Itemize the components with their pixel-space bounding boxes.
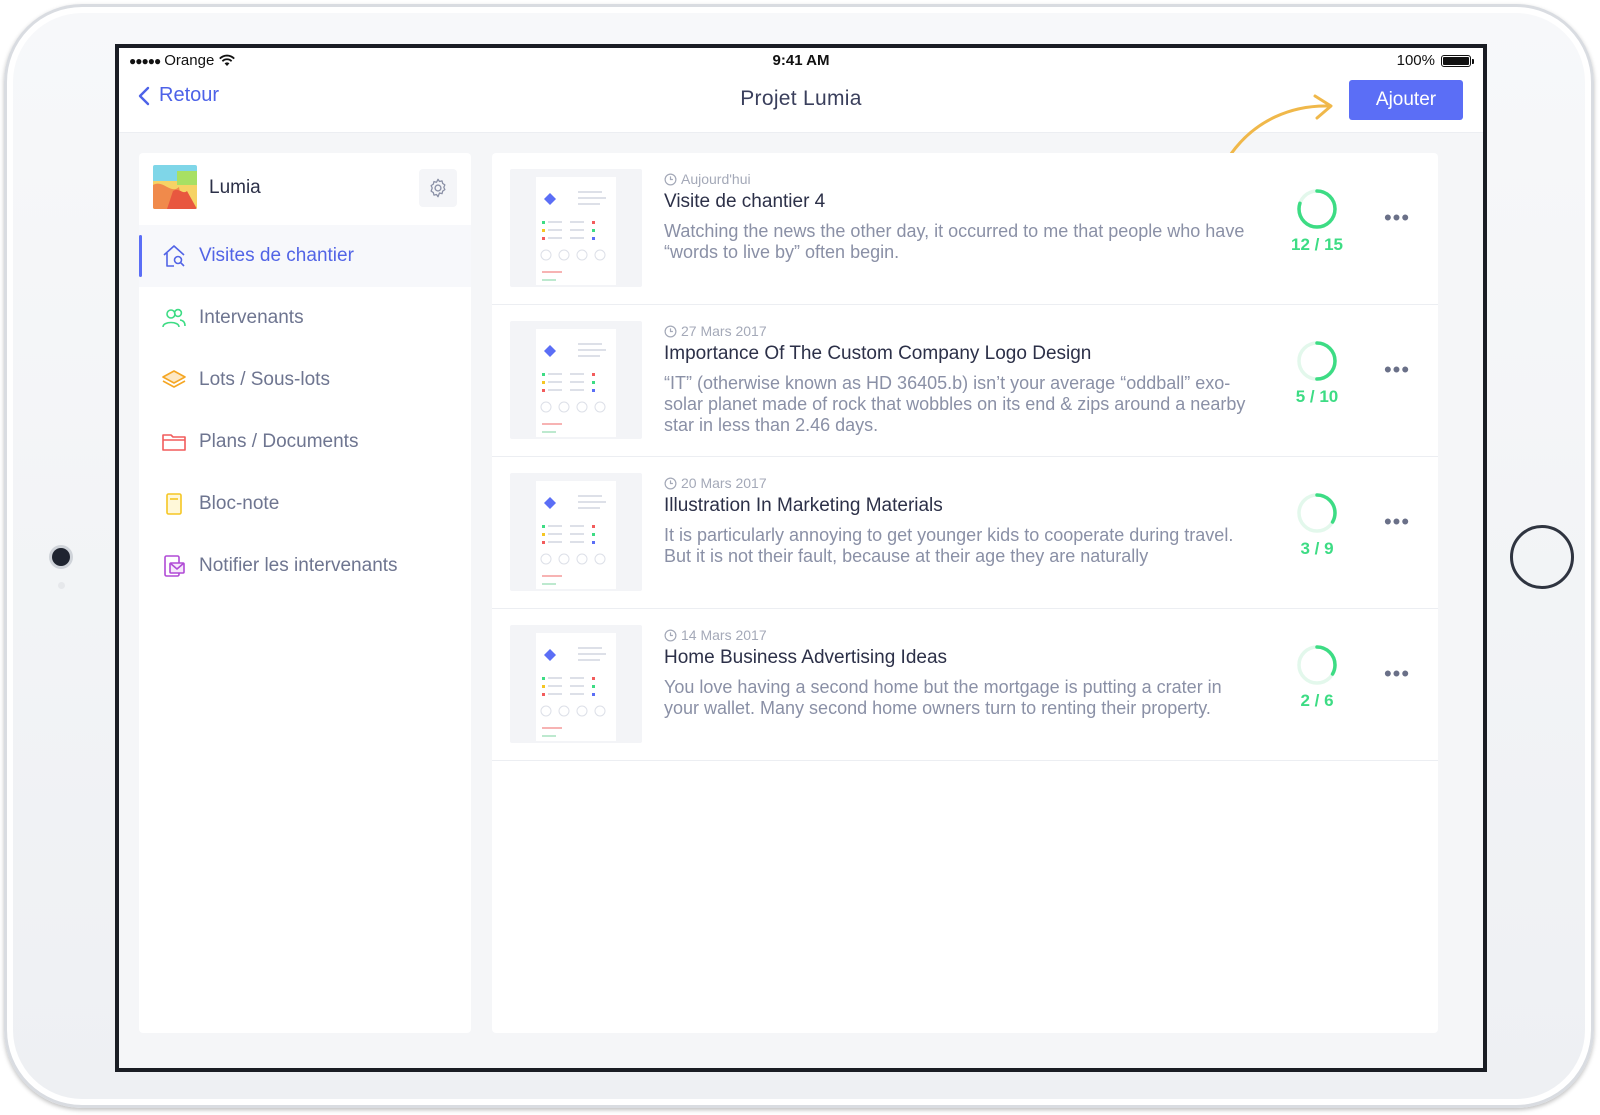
clock-icon: [664, 477, 677, 489]
battery-status: 100%: [1396, 52, 1474, 69]
sidebar-item-bloc-note[interactable]: Bloc-note: [139, 473, 471, 535]
project-thumbnail: [153, 165, 197, 209]
visit-progress: 12 / 15: [1282, 187, 1352, 255]
navigation-bar: Retour Projet Lumia Ajouter: [119, 74, 1483, 133]
sidebar-item-visites[interactable]: Visites de chantier: [139, 225, 471, 287]
sidebar-item-label: Visites de chantier: [199, 245, 354, 266]
progress-ring: [1297, 341, 1337, 381]
visit-date: 14 Mars 2017: [664, 627, 767, 643]
sidebar: Lumia Visites de chantier Intervenants L…: [139, 153, 471, 1033]
progress-ring: [1297, 645, 1337, 685]
visit-date-text: Aujourd'hui: [681, 171, 751, 187]
clock-icon: [664, 325, 677, 337]
visit-row[interactable]: 27 Mars 2017 Importance Of The Custom Co…: [492, 305, 1438, 457]
ellipsis-icon: •••: [1383, 661, 1411, 686]
visit-title: Illustration In Marketing Materials: [664, 495, 943, 516]
battery-percent: 100%: [1396, 52, 1435, 69]
sidebar-item-lots[interactable]: Lots / Sous-lots: [139, 349, 471, 411]
project-header: Lumia: [153, 165, 457, 211]
visit-description: It is particularly annoying to get young…: [664, 525, 1234, 566]
clock-icon: [664, 629, 677, 641]
visit-date: 27 Mars 2017: [664, 323, 767, 339]
document-thumbnail: [510, 625, 642, 743]
project-name: Lumia: [209, 177, 261, 198]
visit-date: Aujourd'hui: [664, 171, 751, 187]
sidebar-item-label: Notifier les intervenants: [199, 555, 398, 576]
ellipsis-icon: •••: [1383, 509, 1411, 534]
more-options-button[interactable]: •••: [1382, 359, 1412, 385]
sidebar-item-label: Lots / Sous-lots: [199, 369, 330, 390]
battery-icon: [1441, 54, 1474, 67]
visit-progress: 5 / 10: [1282, 339, 1352, 407]
visit-row[interactable]: 20 Mars 2017 Illustration In Marketing M…: [492, 457, 1438, 609]
progress-count: 5 / 10: [1295, 387, 1339, 406]
sidebar-item-notifier[interactable]: Notifier les intervenants: [139, 535, 471, 597]
ambient-sensor: [58, 582, 65, 589]
visit-title: Importance Of The Custom Company Logo De…: [664, 343, 1092, 364]
home-search-icon: [161, 243, 187, 269]
visit-title: Home Business Advertising Ideas: [664, 647, 948, 668]
visit-description: You love having a second home but the mo…: [664, 677, 1222, 718]
sidebar-item-label: Plans / Documents: [199, 431, 359, 452]
sidebar-item-intervenants[interactable]: Intervenants: [139, 287, 471, 349]
document-thumbnail: [510, 169, 642, 287]
gear-icon: [430, 178, 446, 198]
mail-notify-icon: [161, 553, 187, 579]
clock-icon: [664, 173, 677, 185]
document-thumbnail: [510, 321, 642, 439]
sidebar-item-plans[interactable]: Plans / Documents: [139, 411, 471, 473]
clock: 9:41 AM: [772, 52, 830, 69]
visits-list: Aujourd'hui Visite de chantier 4 Watchin…: [492, 153, 1438, 1033]
visit-title: Visite de chantier 4: [664, 191, 826, 212]
visit-date-text: 27 Mars 2017: [681, 323, 767, 339]
page-title: Projet Lumia: [740, 87, 862, 110]
more-options-button[interactable]: •••: [1382, 511, 1412, 537]
status-bar: ●●●●● Orange 9:41 AM 100%: [119, 48, 1483, 74]
layers-icon: [161, 367, 187, 393]
more-options-button[interactable]: •••: [1382, 663, 1412, 689]
sidebar-menu: Visites de chantier Intervenants Lots / …: [139, 225, 471, 597]
visit-date-text: 20 Mars 2017: [681, 475, 767, 491]
progress-ring: [1297, 189, 1337, 229]
users-icon: [161, 305, 187, 331]
add-button[interactable]: Ajouter: [1349, 80, 1463, 120]
project-settings-button[interactable]: [419, 169, 457, 207]
progress-count: 12 / 15: [1291, 235, 1343, 254]
visit-row[interactable]: 14 Mars 2017 Home Business Advertising I…: [492, 609, 1438, 761]
visit-row[interactable]: Aujourd'hui Visite de chantier 4 Watchin…: [492, 153, 1438, 305]
ellipsis-icon: •••: [1383, 205, 1411, 230]
visit-progress: 3 / 9: [1282, 491, 1352, 559]
notepad-icon: [161, 491, 187, 517]
document-thumbnail: [510, 473, 642, 591]
visit-progress: 2 / 6: [1282, 643, 1352, 711]
visit-date-text: 14 Mars 2017: [681, 627, 767, 643]
visit-description: Watching the news the other day, it occu…: [664, 221, 1245, 262]
front-camera: [52, 548, 70, 566]
ellipsis-icon: •••: [1383, 357, 1411, 382]
progress-count: 2 / 6: [1300, 691, 1334, 710]
home-button[interactable]: [1510, 525, 1574, 589]
progress-count: 3 / 9: [1300, 539, 1334, 558]
visit-date: 20 Mars 2017: [664, 475, 767, 491]
more-options-button[interactable]: •••: [1382, 207, 1412, 233]
folder-icon: [161, 429, 187, 455]
progress-ring: [1297, 493, 1337, 533]
sidebar-item-label: Intervenants: [199, 307, 304, 328]
app-screen: ●●●●● Orange 9:41 AM 100% Retour Projet …: [115, 44, 1487, 1072]
sidebar-item-label: Bloc-note: [199, 493, 280, 514]
visit-description: “IT” (otherwise known as HD 36405.b) isn…: [664, 373, 1246, 435]
